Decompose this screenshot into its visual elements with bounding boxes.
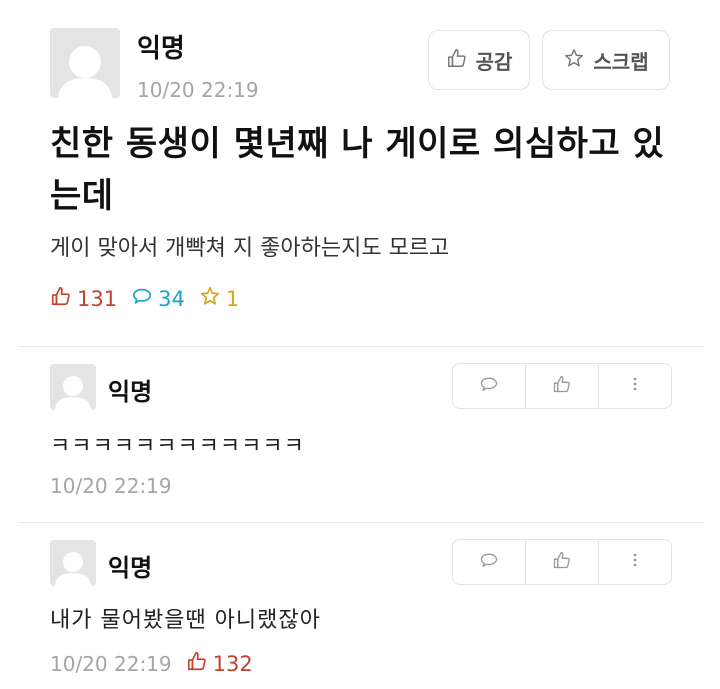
speech-bubble-icon xyxy=(131,285,153,312)
comment-actions xyxy=(452,539,672,585)
speech-bubble-icon xyxy=(479,550,499,574)
like-count: 131 xyxy=(50,285,117,312)
post-timestamp: 10/20 22:19 xyxy=(137,78,259,102)
more-vertical-icon xyxy=(625,374,645,398)
comment-count-value: 34 xyxy=(158,286,185,311)
thumbs-up-icon xyxy=(446,47,468,74)
comment-like-count: 132 xyxy=(186,650,253,677)
thumbs-up-icon xyxy=(552,550,572,574)
comment-like-count-value: 132 xyxy=(212,651,253,676)
comment-text: 내가 물어봤을땐 아니랬잖아 xyxy=(50,608,321,633)
avatar[interactable] xyxy=(50,540,96,586)
post-body: 게이 맞아서 개빡쳐 지 좋아하는지도 모르고 xyxy=(50,236,450,261)
comment-author: 익명 xyxy=(108,554,153,582)
reply-button[interactable] xyxy=(453,540,526,584)
comment-meta: 10/20 22:19 xyxy=(50,474,172,498)
comment-author: 익명 xyxy=(108,378,153,406)
comment-actions xyxy=(452,363,672,409)
like-button[interactable]: 공감 xyxy=(428,30,530,90)
comment-timestamp: 10/20 22:19 xyxy=(50,474,172,498)
avatar-icon xyxy=(50,28,120,98)
comment-text: ㅋㅋㅋㅋㅋㅋㅋㅋㅋㅋㅋㅋ xyxy=(50,434,305,459)
avatar-icon xyxy=(50,364,96,410)
more-button[interactable] xyxy=(599,364,671,408)
comment-count: 34 xyxy=(131,285,185,312)
avatar[interactable] xyxy=(50,364,96,410)
scrap-button[interactable]: 스크랩 xyxy=(542,30,670,90)
post-author: 익명 xyxy=(137,34,185,64)
scrap-count-value: 1 xyxy=(225,286,240,311)
star-icon xyxy=(563,47,585,74)
comment-like-button[interactable] xyxy=(526,364,599,408)
more-vertical-icon xyxy=(625,550,645,574)
comment-timestamp: 10/20 22:19 xyxy=(50,651,172,676)
comment-item: 익명 ㅋㅋㅋㅋㅋㅋㅋㅋㅋㅋㅋㅋ 10/20 22:19 xyxy=(0,346,720,506)
thumbs-up-icon xyxy=(186,650,208,677)
post-title: 친한 동생이 몇년째 나 게이로 의심하고 있는데 xyxy=(50,124,665,216)
comment-meta: 10/20 22:19 132 xyxy=(50,650,253,677)
thumbs-up-icon xyxy=(552,374,572,398)
post: 익명 10/20 22:19 공감 스크랩 친한 동생이 몇년째 나 게이로 의… xyxy=(0,0,720,345)
like-button-label: 공감 xyxy=(475,49,513,74)
reply-button[interactable] xyxy=(453,364,526,408)
thumbs-up-icon xyxy=(50,285,72,312)
avatar[interactable] xyxy=(50,28,120,98)
like-count-value: 131 xyxy=(77,286,118,311)
avatar-icon xyxy=(50,540,96,586)
star-icon xyxy=(199,285,221,312)
speech-bubble-icon xyxy=(479,374,499,398)
more-button[interactable] xyxy=(599,540,671,584)
post-stats: 131 34 1 xyxy=(50,285,239,312)
scrap-count: 1 xyxy=(199,285,239,312)
comment-item: 익명 내가 물어봤을땐 아니랬잖아 10/20 22:19 132 xyxy=(0,522,720,682)
scrap-button-label: 스크랩 xyxy=(593,49,649,74)
comment-like-button[interactable] xyxy=(526,540,599,584)
